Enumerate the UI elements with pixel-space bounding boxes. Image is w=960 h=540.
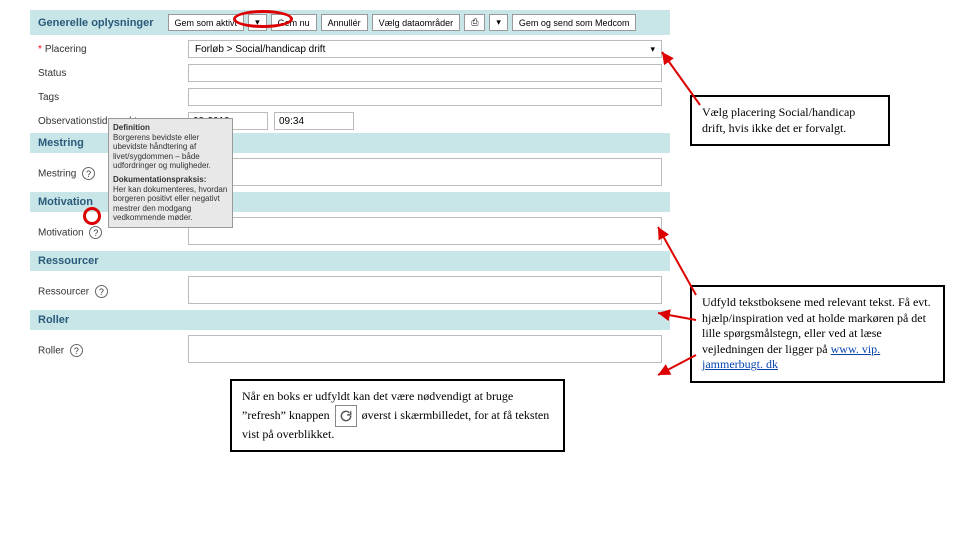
gem-aktivt-dropdown[interactable]: ▾ [248,14,267,31]
tooltip-title2: Dokumentationspraksis: [113,175,228,185]
vaelg-dataomraader-button[interactable]: Vælg dataområder [372,14,461,31]
motivation-textarea[interactable] [188,217,662,245]
annotation-refresh: Når en boks er udfyldt kan det være nødv… [230,379,565,452]
tooltip-body1: Borgerens bevidste eller ubevidste håndt… [113,133,228,171]
section-mestring-title: Mestring [38,137,84,149]
section-generelle-header: Generelle oplysninger Gem som aktivt ▾ G… [30,10,670,35]
tags-input[interactable] [188,88,662,106]
annotation-tekstbokse: Udfyld tekstboksene med relevant tekst. … [690,285,945,383]
gem-nu-button[interactable]: Gem nu [271,14,317,31]
label-status: Status [38,68,188,79]
gem-aktivt-button[interactable]: Gem som aktivt [168,14,245,31]
help-icon-roller[interactable]: ? [70,344,83,357]
row-status: Status [30,61,670,85]
placering-value: Forløb > Social/handicap drift [195,44,325,55]
label-tags: Tags [38,92,188,103]
mestring-textarea[interactable] [188,158,662,186]
section-ressourcer-header: Ressourcer [30,251,670,271]
section-motivation-title: Motivation [38,196,93,208]
toolbar: Gem som aktivt ▾ Gem nu Annullér Vælg da… [168,14,637,31]
placering-select[interactable]: Forløb > Social/handicap drift ▾ [188,40,662,58]
section-ressourcer-title: Ressourcer [38,255,99,267]
help-icon-mestring[interactable]: ? [82,167,95,180]
row-ressourcer: Ressourcer ? [30,273,670,310]
input-placering-wrap: Forløb > Social/handicap drift ▾ [188,40,662,58]
label-motivation: Motivation ? [38,226,188,239]
section-roller-title: Roller [38,314,69,326]
help-icon-ressourcer[interactable]: ? [95,285,108,298]
ressourcer-textarea[interactable] [188,276,662,304]
tooltip-title: Definition [113,123,228,133]
definition-tooltip: Definition Borgerens bevidste eller ubev… [108,118,233,228]
label-placering: *Placering [38,44,188,55]
refresh-icon [335,405,357,427]
section-generelle-title: Generelle oplysninger [38,17,154,29]
print-dropdown[interactable]: ▾ [489,14,508,31]
status-input[interactable] [188,64,662,82]
tooltip-body2: Her kan dokumenteres, hvordan borgeren p… [113,185,228,223]
print-button[interactable]: ⎙ [464,14,485,31]
roller-textarea[interactable] [188,335,662,363]
annotation-placering: Vælg placering Social/handicap drift, hv… [690,95,890,146]
help-icon-motivation[interactable]: ? [89,226,102,239]
label-roller: Roller ? [38,344,188,357]
observation-time-input[interactable] [274,112,354,130]
gem-medcom-button[interactable]: Gem og send som Medcom [512,14,637,31]
row-placering: *Placering Forløb > Social/handicap drif… [30,37,670,61]
section-roller-header: Roller [30,310,670,330]
row-tags: Tags [30,85,670,109]
chevron-down-icon: ▾ [650,44,655,55]
row-roller: Roller ? [30,332,670,369]
label-ressourcer: Ressourcer ? [38,285,188,298]
annuller-button[interactable]: Annullér [321,14,368,31]
